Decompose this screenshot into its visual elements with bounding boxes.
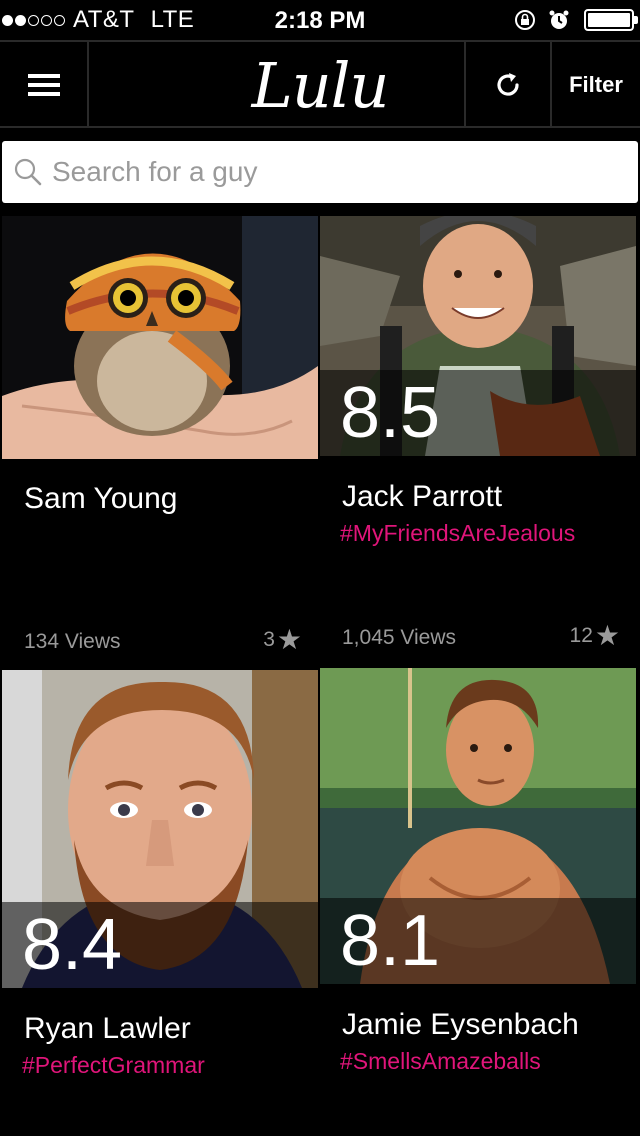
search-box[interactable] bbox=[2, 141, 638, 203]
refresh-icon bbox=[497, 73, 519, 96]
profile-hashtag: #PerfectGrammar bbox=[22, 1052, 205, 1078]
profile-card[interactable]: 8.5 Jack Parrott #MyFriendsAreJealous 1,… bbox=[320, 216, 636, 666]
profile-name: Jamie Eysenbach bbox=[342, 1008, 579, 1041]
hamburger-icon bbox=[27, 74, 60, 96]
star-count-value: 12 bbox=[569, 624, 593, 647]
star-count-value: 3 bbox=[263, 628, 275, 651]
view-count: 1,045 Views bbox=[342, 626, 457, 649]
star-count: 12 ★ bbox=[570, 622, 620, 650]
status-right bbox=[512, 0, 638, 40]
score-overlay: 8.4 bbox=[2, 902, 318, 988]
menu-button[interactable] bbox=[0, 42, 89, 128]
alarm-icon bbox=[546, 7, 572, 33]
profile-name: Ryan Lawler bbox=[24, 1012, 191, 1045]
battery-level bbox=[588, 13, 630, 27]
battery-icon bbox=[584, 9, 638, 31]
search-bar bbox=[0, 130, 640, 214]
status-bar: AT&T LTE 2:18 PM bbox=[0, 0, 640, 40]
score-overlay: 8.1 bbox=[320, 898, 636, 984]
rotation-lock-icon bbox=[512, 7, 538, 33]
search-input[interactable] bbox=[52, 156, 612, 188]
profile-card[interactable]: 8.4 Ryan Lawler #PerfectGrammar bbox=[2, 670, 318, 1136]
app-logo: Lulu bbox=[251, 48, 390, 122]
profile-photo bbox=[2, 216, 318, 459]
star-icon: ★ bbox=[276, 624, 302, 655]
search-icon bbox=[14, 158, 42, 186]
profile-hashtag: #SmellsAmazeballs bbox=[340, 1048, 541, 1074]
profile-hashtag: #MyFriendsAreJealous bbox=[340, 520, 576, 546]
owl-photo-image bbox=[2, 216, 318, 459]
star-icon: ★ bbox=[594, 620, 620, 651]
profile-name: Sam Young bbox=[24, 482, 178, 515]
profile-name: Jack Parrott bbox=[342, 480, 503, 513]
view-count: 134 Views bbox=[24, 630, 121, 653]
score-overlay: 8.5 bbox=[320, 370, 636, 456]
filter-button[interactable]: Filter bbox=[552, 42, 640, 128]
star-count: 3 ★ bbox=[263, 626, 302, 654]
nav-bar: Lulu Filter bbox=[0, 40, 640, 128]
profile-card[interactable]: 8.1 Jamie Eysenbach #SmellsAmazeballs bbox=[320, 668, 636, 1136]
profile-card[interactable]: Sam Young 134 Views 3 ★ bbox=[2, 216, 318, 668]
refresh-button[interactable] bbox=[464, 42, 552, 128]
